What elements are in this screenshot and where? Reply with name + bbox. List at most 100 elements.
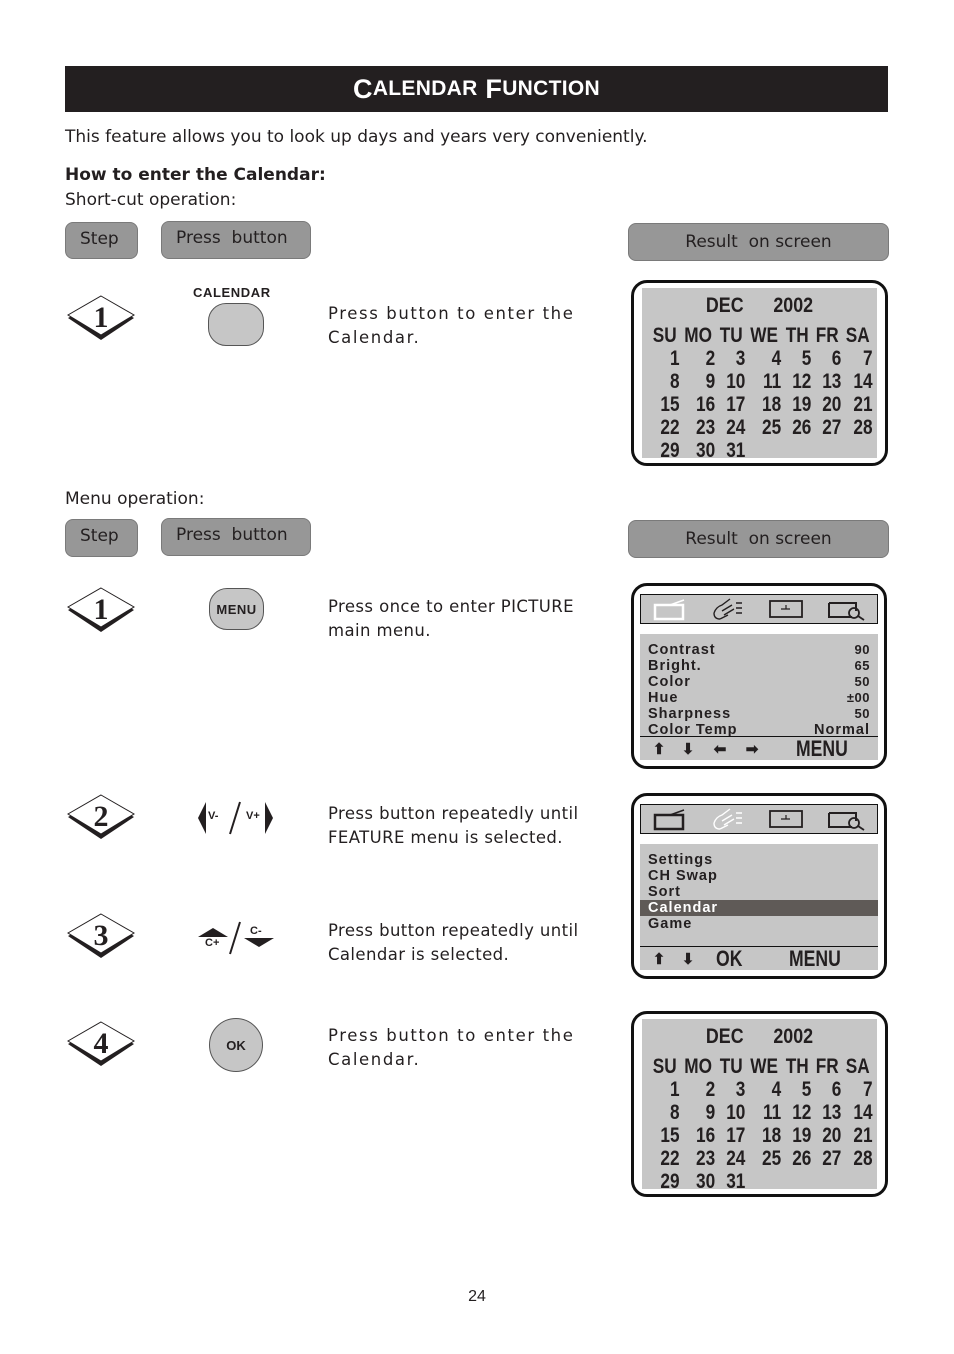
step-description: Press once to enter PICTURE main menu. [328,595,574,643]
desc-line: Press button to enter the [328,304,575,323]
weekday-header: SA [845,1055,870,1078]
step-number: 4 [94,1027,109,1060]
calendar-day: 29 [660,1170,680,1193]
clock-icon[interactable] [768,807,804,831]
step-header-label: Step [80,229,119,249]
calendar-day: 29 [660,439,680,462]
hand-pointer-icon[interactable] [710,597,746,621]
calendar-day: 24 [726,416,746,439]
menu-button-label: MENU [216,601,257,617]
step-4-badge: 4 [67,1021,135,1066]
press-button-header: Press button [161,221,311,259]
volume-down-label[interactable]: V- [208,810,218,822]
magnifier-icon[interactable] [826,807,866,831]
picture-menu-body: Contrast 90 Bright. 65 Color 50 Hue ±00 Sharpnes… [640,634,878,761]
desc-line: Calendar. [328,1050,421,1069]
volume-up-label[interactable]: V+ [246,810,260,822]
desc-line: Press button repeatedly until [328,804,579,823]
calendar-day: 15 [660,1124,680,1147]
channel-down-label[interactable]: C- [250,925,262,937]
calendar-screen: DEC 2002 SU MO TU WE TH FR SA 1 2 3 4 5 6 7 8 9 10 11 12 13… [631,280,888,466]
calendar-day: 7 [862,1078,873,1101]
calendar-month-year: DEC 2002 [660,1025,860,1049]
page-title: C ALENDAR F UNCTION [65,66,888,112]
menu-button[interactable]: MENU [209,588,264,630]
volume-down-arrow-icon[interactable] [197,802,207,834]
intro-text: This feature allows you to look up days … [65,127,648,147]
step-number: 3 [94,919,109,952]
feature-menu-item[interactable]: Game [640,916,878,932]
step-3-badge: 3 [67,913,135,958]
step-header: Step [65,519,138,557]
calendar-day: 17 [726,393,746,416]
calendar-day: 13 [822,1101,842,1124]
calendar-day: 5 [801,1078,812,1101]
weekday-header: TH [785,1055,809,1078]
weekday-header: WE [750,1055,778,1078]
feature-menu-screen: Settings CH Swap Sort Calendar Game ⬆ ⬇ OK M… [631,793,887,979]
right-arrow-icon: ➡ [745,740,759,758]
step-description: Press button repeatedly until Calendar i… [328,919,579,967]
calendar-day: 5 [801,347,812,370]
picture-setting-row[interactable]: Hue ±00 [640,690,878,706]
channel-up-arrow-icon[interactable] [198,928,228,937]
calendar-display: DEC 2002 SU MO TU WE TH FR SA 1 2 3 4 5 6 7 8 9 10 11 12 13… [642,1019,877,1193]
step-1-badge: 1 [67,295,135,340]
calendar-day: 20 [822,393,842,416]
hand-pointer-icon[interactable] [710,807,746,831]
weekday-header: MO [684,324,713,347]
feature-item-label: Calendar [648,900,719,916]
calendar-month: DEC [705,294,744,317]
calendar-day: 14 [853,370,873,393]
feature-menu-item[interactable]: Settings [640,852,878,868]
setting-label: Hue [648,690,679,706]
feature-item-label: CH Swap [648,868,718,884]
feature-menu-body: Settings CH Swap Sort Calendar Game ⬆ ⬇ OK M… [640,844,878,971]
feature-menu-item[interactable]: Sort [640,884,878,900]
calendar-day: 23 [696,416,716,439]
calendar-button[interactable] [208,303,264,346]
picture-setting-row[interactable]: Color 50 [640,674,878,690]
down-arrow-icon: ⬇ [681,740,695,758]
feature-menu-item[interactable]: CH Swap [640,868,878,884]
menu-hint: MENU [796,735,848,761]
calendar-day: 28 [853,416,873,439]
picture-setting-row[interactable]: Contrast 90 [640,642,878,658]
press-header-label: Press button [176,228,288,248]
calendar-day: 31 [726,439,746,462]
step-1-badge: 1 [67,587,135,632]
clock-icon[interactable] [768,597,804,621]
calendar-day [848,439,874,462]
calendar-month: DEC [705,1025,744,1048]
setting-label: Bright. [648,658,702,674]
press-header-label: Press button [176,525,288,545]
ok-hint: OK [716,945,743,971]
magnifier-icon[interactable] [826,597,866,621]
calendar-day: 15 [660,393,680,416]
tv-icon[interactable] [652,807,688,831]
shortcut-label: Short-cut operation: [65,190,237,210]
picture-setting-row[interactable]: Bright. 65 [640,658,878,674]
weekday-header: SU [652,1055,677,1078]
calendar-day: 30 [696,439,716,462]
tv-icon[interactable] [652,597,688,621]
step-header: Step [65,222,138,259]
calendar-day: 4 [771,347,782,370]
calendar-day: 6 [831,1078,842,1101]
step-header-label: Step [80,526,119,546]
channel-up-label[interactable]: C+ [205,937,219,949]
slash-separator [229,801,241,835]
desc-line: Press button to enter the [328,1026,575,1045]
calendar-year: 2002 [773,294,814,317]
menu-icon-bar [640,804,878,834]
step-number: 1 [94,301,109,334]
channel-down-arrow-icon[interactable] [244,938,274,947]
calendar-day: 6 [831,347,842,370]
calendar-screen: DEC 2002 SU MO TU WE TH FR SA 1 2 3 4 5 6 7 8 9 10 11 12 13… [631,1011,888,1197]
result-header: Result on screen [628,520,889,558]
ok-button[interactable]: OK [209,1018,263,1072]
volume-up-arrow-icon[interactable] [264,802,274,834]
picture-setting-row[interactable]: Sharpness 50 [640,706,878,722]
feature-menu-item[interactable]: Calendar [640,900,878,916]
up-arrow-icon: ⬆ [652,740,666,758]
